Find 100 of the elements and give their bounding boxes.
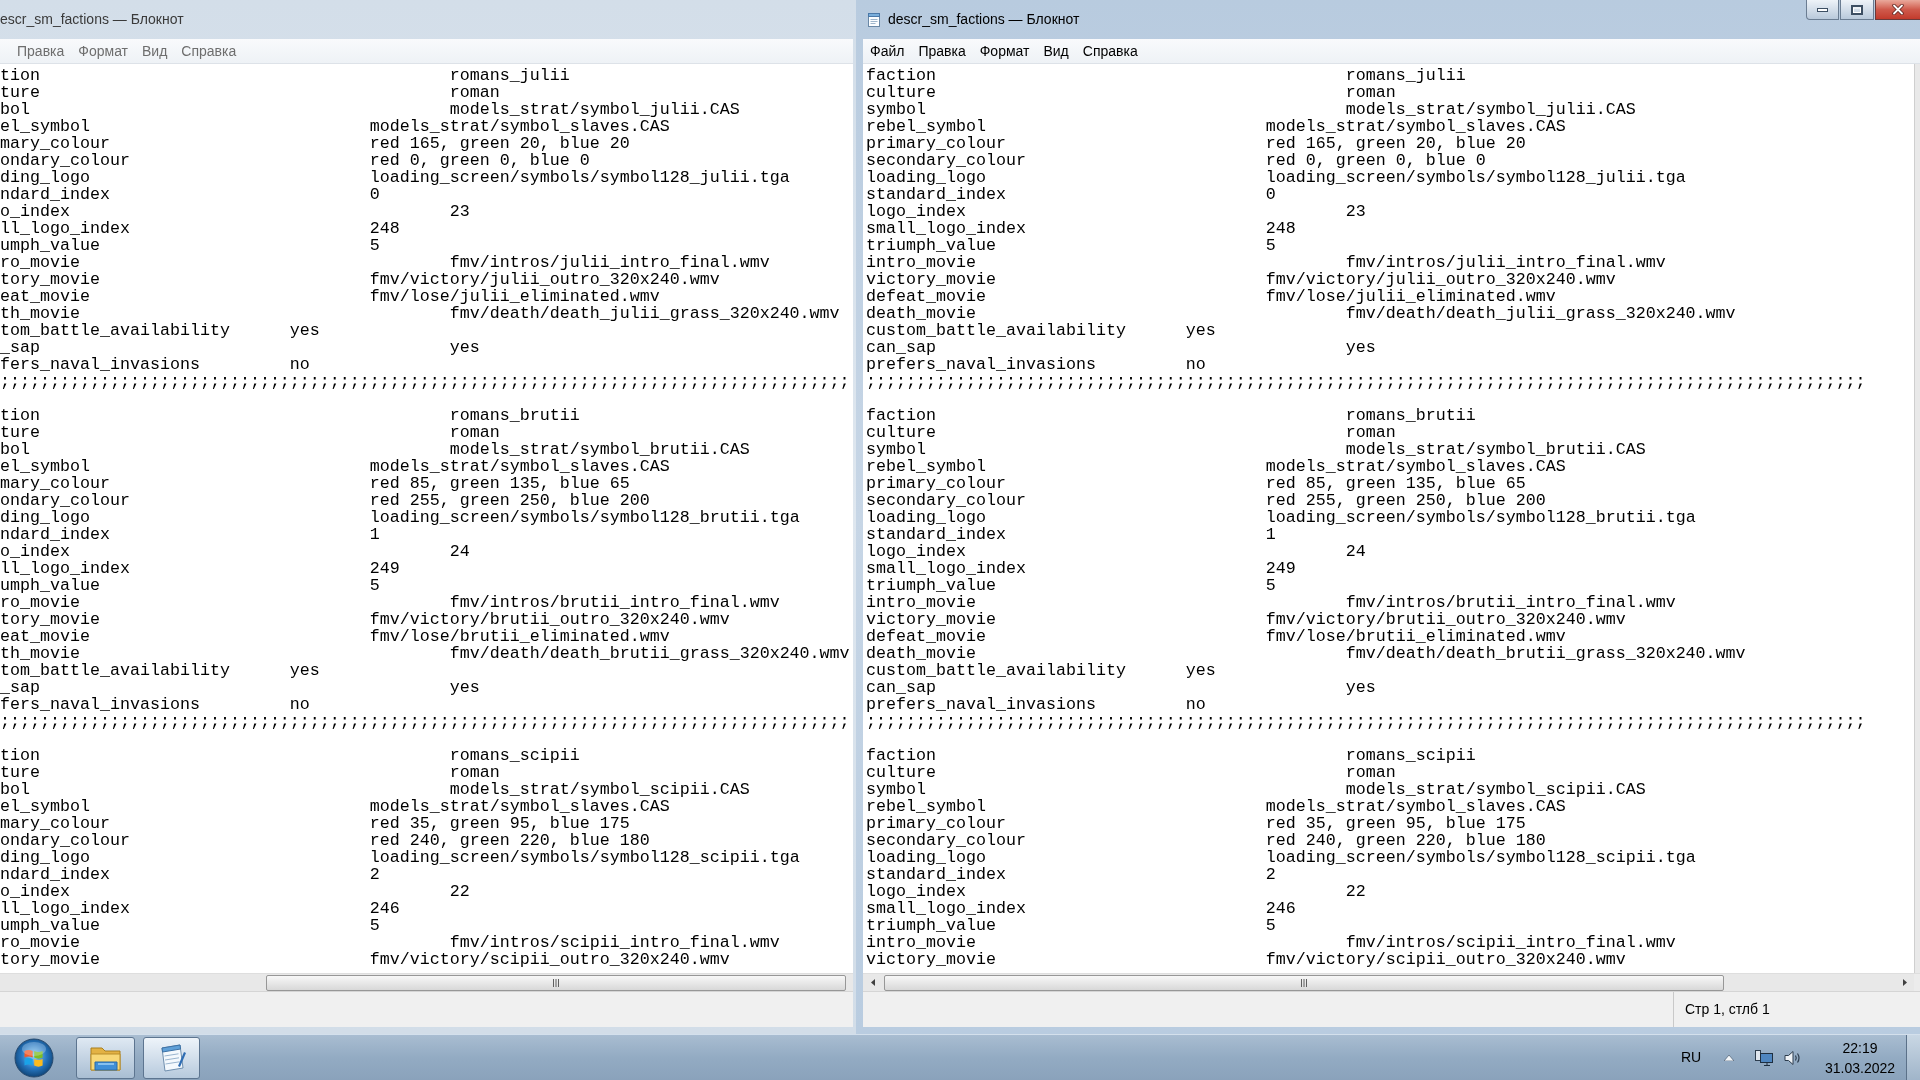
scrollbar-thumb[interactable]: [266, 974, 846, 991]
setting-value: yes: [449, 339, 480, 356]
menu-item[interactable]: Правка: [10, 40, 72, 62]
setting-name: symbol: [866, 441, 926, 458]
setting-value: loading_screen/symbols/symbol128_julii.tga: [1265, 169, 1686, 186]
setting-name: o_index: [0, 883, 70, 900]
setting-name: small_logo_index: [866, 560, 1026, 577]
minimize-button[interactable]: [1806, 0, 1839, 20]
setting-name: mary_colour: [0, 135, 110, 152]
setting-name: ondary_colour: [0, 152, 130, 169]
setting-name: tion: [0, 67, 40, 84]
setting-value: 1: [369, 526, 380, 543]
setting-name: secondary_colour: [866, 152, 1026, 169]
setting-name: umph_value: [0, 577, 100, 594]
setting-name: ll_logo_index: [0, 900, 130, 917]
speaker-icon[interactable]: [1784, 1049, 1802, 1066]
setting-name: death_movie: [866, 645, 976, 662]
menu-item[interactable]: Файл: [863, 40, 912, 62]
menu-item[interactable]: Справка: [174, 40, 244, 62]
setting-value: 0: [369, 186, 380, 203]
setting-value: yes: [449, 679, 480, 696]
setting-name: mary_colour: [0, 815, 110, 832]
menu-item[interactable]: Формат: [972, 40, 1037, 62]
setting-value: no: [1185, 696, 1206, 713]
setting-name: victory_movie: [866, 951, 996, 968]
separator-text: ;;;;;;;;;;;;;;;;;;;;;;;;;;;;;;;;;;;;;;;;;;;;;;;;;;;;;;;;;;;;;;;;;;;;;;;;;;;;;;;;;;;;;;;;;;;;;;;;;;;;: [866, 713, 1866, 730]
setting-value: 5: [1265, 917, 1276, 934]
setting-name: ondary_colour: [0, 492, 130, 509]
setting-value: fmv/lose/brutii_eliminated.wmv: [369, 628, 670, 645]
maximize-icon: [1851, 4, 1863, 15]
setting-name: defeat_movie: [866, 288, 986, 305]
clock-time[interactable]: 22:19: [1842, 1037, 1878, 1058]
setting-value: romans_brutii: [449, 407, 580, 424]
setting-value: romans_scipii: [449, 747, 580, 764]
setting-value: yes: [289, 662, 320, 679]
taskbar-button[interactable]: [76, 1036, 135, 1079]
scrollbar-track[interactable]: [0, 973, 853, 991]
setting-value: fmv/intros/scipii_intro_final.wmv: [449, 934, 780, 951]
window-title: descr_sm_factions — Блокнот: [888, 11, 1080, 28]
caret-up-icon[interactable]: [1724, 1054, 1734, 1061]
scrollbar-thumb[interactable]: [884, 974, 1724, 991]
setting-name: tom_battle_availability: [0, 322, 230, 339]
vertical-scrollbar[interactable]: [1914, 64, 1920, 973]
menu-item[interactable]: Вид: [135, 40, 175, 62]
setting-value: no: [289, 356, 310, 373]
setting-value: loading_screen/symbols/symbol128_scipii.tga: [369, 849, 800, 866]
setting-name: rebel_symbol: [866, 798, 986, 815]
grip-icon: [1300, 978, 1308, 987]
setting-name: small_logo_index: [866, 900, 1026, 917]
grip-icon: [552, 978, 560, 987]
setting-name: custom_battle_availability: [866, 322, 1126, 339]
setting-name: ding_logo: [0, 169, 90, 186]
setting-value: 248: [1265, 220, 1296, 237]
taskbar-button[interactable]: [143, 1036, 200, 1079]
setting-value: models_strat/symbol_slaves.CAS: [369, 118, 670, 135]
maximize-button[interactable]: [1840, 0, 1874, 20]
setting-name: defeat_movie: [866, 628, 986, 645]
setting-name: ding_logo: [0, 509, 90, 526]
setting-value: fmv/death/death_julii_grass_320x240.wmv: [1345, 305, 1736, 322]
setting-name: logo_index: [866, 203, 966, 220]
setting-value: roman: [449, 84, 500, 101]
setting-name: el_symbol: [0, 798, 90, 815]
setting-name: tom_battle_availability: [0, 662, 230, 679]
setting-value: yes: [1345, 339, 1376, 356]
setting-name: prefers_naval_invasions: [866, 356, 1096, 373]
setting-value: romans_julii: [1345, 67, 1466, 84]
setting-value: fmv/lose/julii_eliminated.wmv: [369, 288, 660, 305]
setting-name: primary_colour: [866, 815, 1006, 832]
setting-name: faction: [866, 407, 936, 424]
close-button[interactable]: [1875, 0, 1920, 20]
clock-date[interactable]: 31.03.2022: [1824, 1057, 1896, 1078]
setting-value: 249: [369, 560, 400, 577]
separator-text: ;;;;;;;;;;;;;;;;;;;;;;;;;;;;;;;;;;;;;;;;;;;;;;;;;;;;;;;;;;;;;;;;;;;;;;;;;;;;;;;;;;;;;;;;;;;;;;;;;;;;: [866, 373, 1866, 390]
setting-name: ding_logo: [0, 849, 90, 866]
menu-item[interactable]: Правка: [911, 40, 973, 62]
setting-name: faction: [866, 747, 936, 764]
setting-name: bol: [0, 101, 30, 118]
setting-value: 24: [1345, 543, 1366, 560]
setting-value: 23: [449, 203, 470, 220]
setting-value: fmv/death/death_brutii_grass_320x240.wmv: [449, 645, 850, 662]
menu-item[interactable]: Вид: [1036, 40, 1076, 62]
setting-value: loading_screen/symbols/symbol128_brutii.tga: [369, 509, 800, 526]
setting-name: standard_index: [866, 526, 1006, 543]
setting-value: fmv/death/death_julii_grass_320x240.wmv: [449, 305, 840, 322]
setting-name: th_movie: [0, 305, 80, 322]
setting-name: ll_logo_index: [0, 220, 130, 237]
menu-item[interactable]: Справка: [1075, 40, 1145, 62]
setting-name: loading_logo: [866, 509, 986, 526]
network-icon[interactable]: [1755, 1049, 1773, 1066]
setting-name: rebel_symbol: [866, 458, 986, 475]
menu-item[interactable]: Формат: [71, 40, 136, 62]
setting-value: red 0, green 0, blue 0: [1265, 152, 1486, 169]
show-desktop-button[interactable]: [1906, 1034, 1920, 1080]
setting-value: roman: [1345, 764, 1396, 781]
setting-value: 2: [1265, 866, 1276, 883]
setting-value: 2: [369, 866, 380, 883]
setting-name: bol: [0, 441, 30, 458]
setting-name: victory_movie: [866, 271, 996, 288]
language-indicator[interactable]: RU: [1675, 1047, 1707, 1068]
setting-value: models_strat/symbol_brutii.CAS: [1345, 441, 1646, 458]
